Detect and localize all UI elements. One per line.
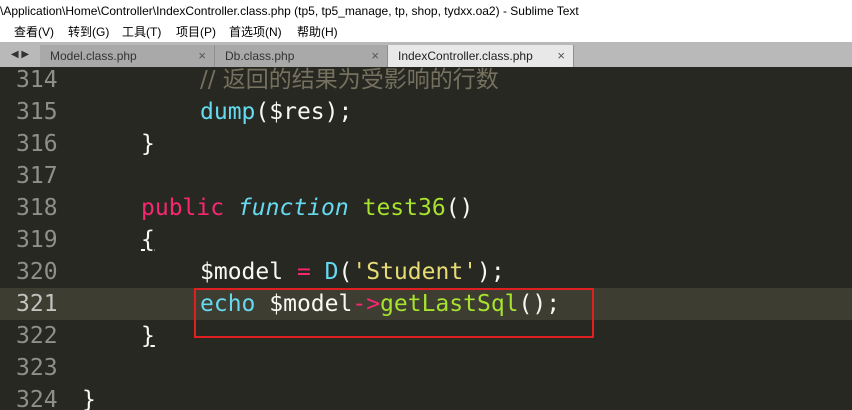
line-number: 320 xyxy=(16,259,58,285)
code-line: 314 // 返回的结果为受影响的行数 xyxy=(0,67,852,96)
code-line: 315 dump($res); xyxy=(0,96,852,128)
line-number: 321 xyxy=(16,291,58,317)
token-paren: () xyxy=(445,195,474,221)
line-number: 314 xyxy=(16,67,58,93)
line-number: 319 xyxy=(16,227,58,253)
close-icon[interactable]: × xyxy=(557,45,565,67)
line-number: 318 xyxy=(16,195,58,221)
token-variable: $model xyxy=(200,259,284,285)
menu-view[interactable]: 查看(V) xyxy=(14,22,54,42)
line-number: 322 xyxy=(16,323,58,349)
code-line: 316 } xyxy=(0,128,852,160)
line-number: 316 xyxy=(16,131,58,157)
tab-db-class[interactable]: Db.class.php × xyxy=(215,45,388,67)
menu-help[interactable]: 帮助(H) xyxy=(297,22,338,42)
token-paren: ( xyxy=(255,99,270,125)
token-brace: } xyxy=(141,131,155,157)
code-content: public function test36() xyxy=(141,192,473,224)
line-number: 324 xyxy=(16,387,58,410)
menu-bar: 查看(V) 转到(G) 工具(T) 项目(P) 首选项(N) 帮助(H) xyxy=(0,22,852,42)
token-function-call: D xyxy=(324,259,339,285)
tab-bar: ◀ ▶ Model.class.php × Db.class.php × Ind… xyxy=(0,42,852,67)
window-title: \Application\Home\Controller\IndexContro… xyxy=(0,4,579,18)
close-icon[interactable]: × xyxy=(198,45,206,67)
tab-label: Db.class.php xyxy=(225,49,295,63)
line-number: 323 xyxy=(16,355,58,381)
token-string: 'Student' xyxy=(352,259,478,285)
tab-label: IndexController.class.php xyxy=(398,49,533,63)
tab-model-class[interactable]: Model.class.php × xyxy=(40,45,215,67)
tab-indexcontroller-class[interactable]: IndexController.class.php × xyxy=(388,45,574,67)
code-line: 323 xyxy=(0,352,852,384)
code-editor[interactable]: 314 // 返回的结果为受影响的行数 315 dump($res); 316 … xyxy=(0,67,852,410)
code-line: 318 public function test36() xyxy=(0,192,852,224)
code-content: $model = D('Student'); xyxy=(200,256,505,288)
token-paren: ( xyxy=(338,259,353,285)
token-close: ); xyxy=(324,99,353,125)
token-brace: { xyxy=(141,227,155,253)
token-function-name: test36 xyxy=(362,195,446,221)
token-keyword: public xyxy=(141,195,225,221)
menu-preferences[interactable]: 首选项(N) xyxy=(229,22,282,42)
menu-project[interactable]: 项目(P) xyxy=(176,22,216,42)
token-variable: $res xyxy=(269,99,325,125)
tab-label: Model.class.php xyxy=(50,49,137,63)
menu-tools[interactable]: 工具(T) xyxy=(122,22,161,42)
code-line: 317 xyxy=(0,160,852,192)
token-close: ); xyxy=(477,259,505,285)
token-brace: } xyxy=(141,323,155,349)
code-line: 320 $model = D('Student'); xyxy=(0,256,852,288)
token-brace: } xyxy=(82,387,96,410)
code-comment: // 返回的结果为受影响的行数 xyxy=(200,67,499,93)
menu-goto[interactable]: 转到(G) xyxy=(68,22,109,42)
red-highlight-box xyxy=(194,288,594,338)
code-content: dump($res); xyxy=(200,96,352,128)
window-title-bar: \Application\Home\Controller\IndexContro… xyxy=(0,0,852,22)
code-line: 324 } xyxy=(0,384,852,410)
code-line: 319 { xyxy=(0,224,852,256)
line-number: 315 xyxy=(16,99,58,125)
tab-nav-arrows[interactable]: ◀ ▶ xyxy=(0,42,40,67)
line-number: 317 xyxy=(16,163,58,189)
token-storage: function xyxy=(237,195,349,221)
token-operator: = xyxy=(296,259,311,285)
close-icon[interactable]: × xyxy=(371,45,379,67)
token-function-call: dump xyxy=(200,99,256,125)
